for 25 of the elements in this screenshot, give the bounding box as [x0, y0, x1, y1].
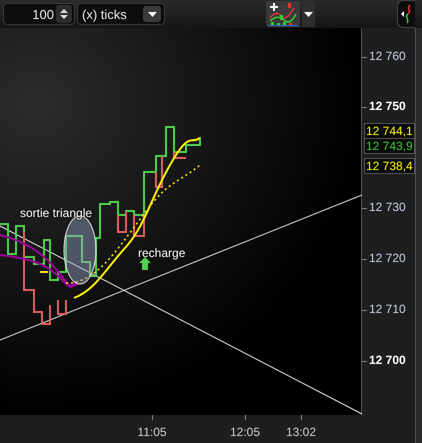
price-tag: 12 738,4: [364, 158, 415, 174]
price-axis-label: 12 700: [369, 353, 406, 367]
time-axis-label: 11:05: [137, 425, 167, 439]
spinner-icon[interactable]: [56, 5, 72, 23]
price-axis-label: 12 760: [369, 49, 406, 63]
interval-dropdown[interactable]: (x) ticks: [77, 3, 165, 25]
quantity-value: 100: [32, 6, 54, 22]
annotation-label: sortie triangle: [20, 206, 92, 220]
price-axis-label: 12 750: [369, 99, 406, 113]
price-axis-label: 12 720: [369, 251, 406, 265]
time-axis-label: 13:02: [286, 425, 316, 439]
time-axis-label: 12:05: [230, 425, 260, 439]
caret-icon[interactable]: [143, 6, 161, 22]
price-tag: 12 743,9: [364, 138, 415, 154]
interval-value: (x) ticks: [82, 6, 127, 22]
indicator-chart-button[interactable]: [266, 1, 300, 27]
price-axis-label: 12 730: [369, 200, 406, 214]
quantity-field[interactable]: 100: [3, 3, 75, 25]
collapse-button[interactable]: [397, 0, 415, 28]
scrollbar[interactable]: [415, 28, 422, 443]
price-axis-label: 12 710: [369, 302, 406, 316]
arrow-icon: [400, 4, 414, 24]
annotation-label: recharge: [138, 246, 186, 260]
caret-icon[interactable]: [302, 1, 315, 27]
price-tag: 12 744,1: [364, 123, 415, 139]
